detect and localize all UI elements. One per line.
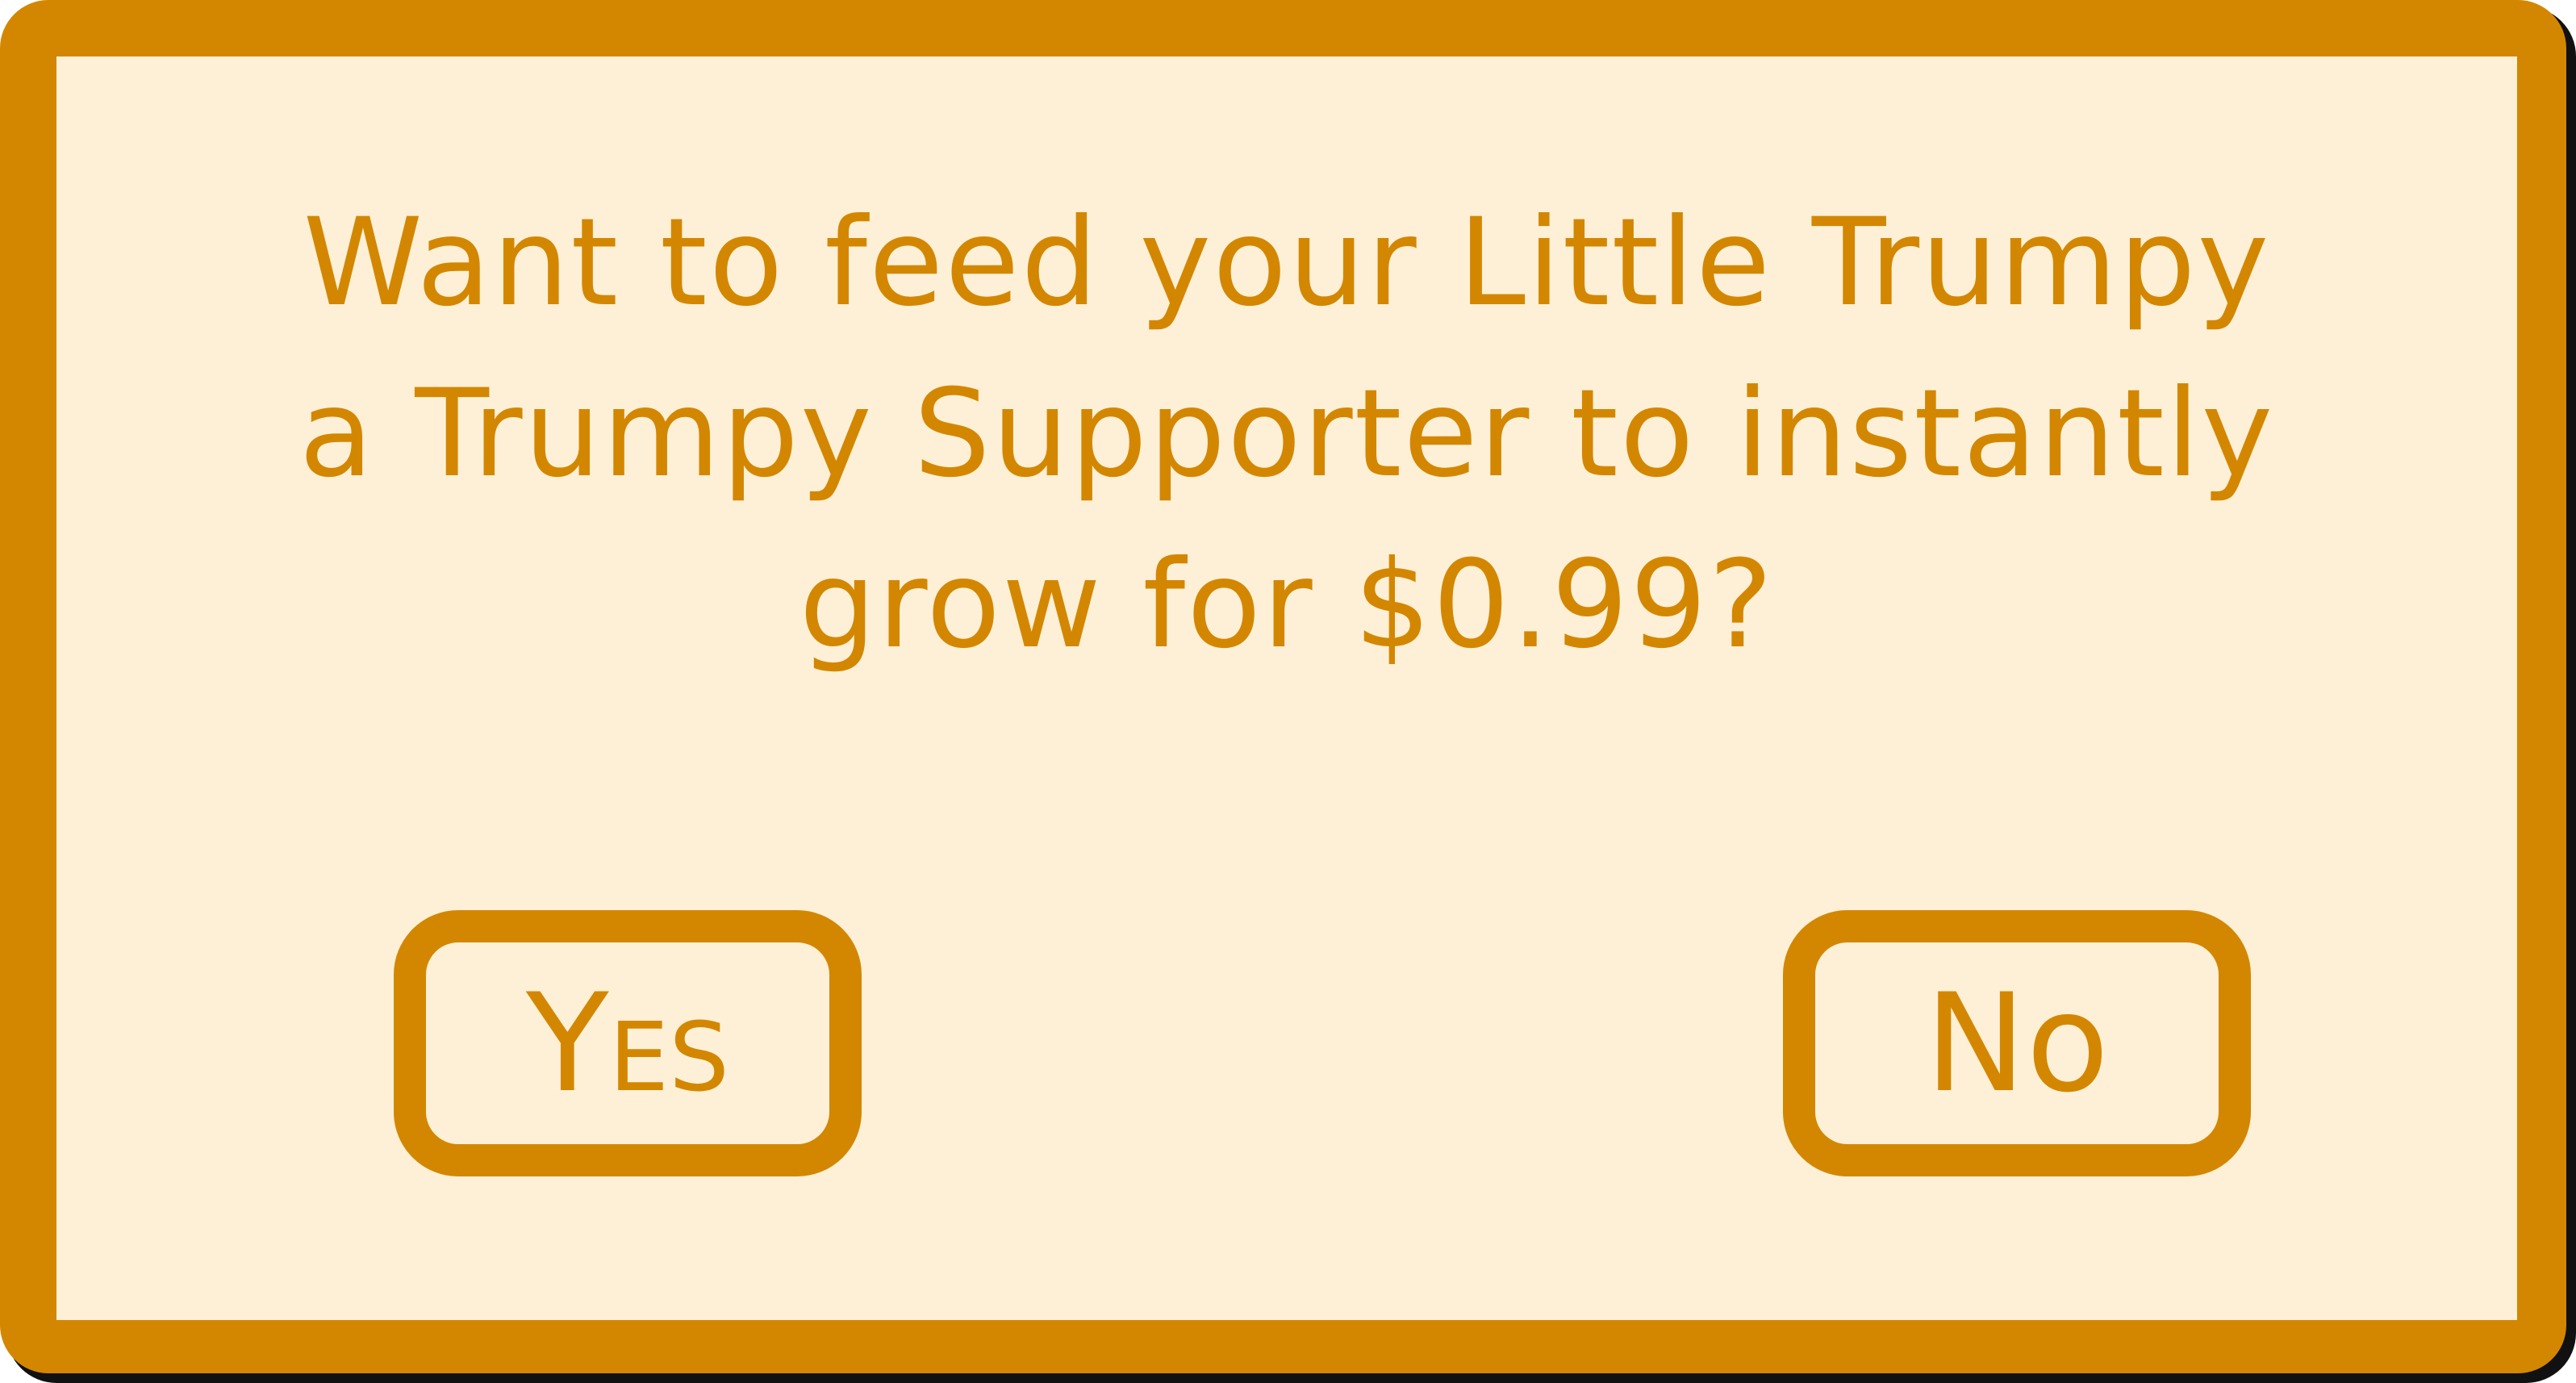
yes-button-label: Yes	[525, 964, 730, 1122]
message-line-2: a Trumpy Supporter to instantly	[299, 364, 2275, 504]
dialog-message: Want to feed your Little Trumpy a Trumpy…	[56, 178, 2517, 691]
dialog-content: Want to feed your Little Trumpy a Trumpy…	[56, 56, 2517, 1320]
purchase-dialog: Want to feed your Little Trumpy a Trumpy…	[0, 0, 2566, 1373]
no-button[interactable]: No	[1783, 910, 2251, 1176]
no-button-label: No	[1924, 964, 2110, 1122]
yes-button[interactable]: Yes	[394, 910, 862, 1176]
message-line-3: grow for $0.99?	[799, 535, 1775, 675]
message-line-1: Want to feed your Little Trumpy	[303, 193, 2271, 333]
